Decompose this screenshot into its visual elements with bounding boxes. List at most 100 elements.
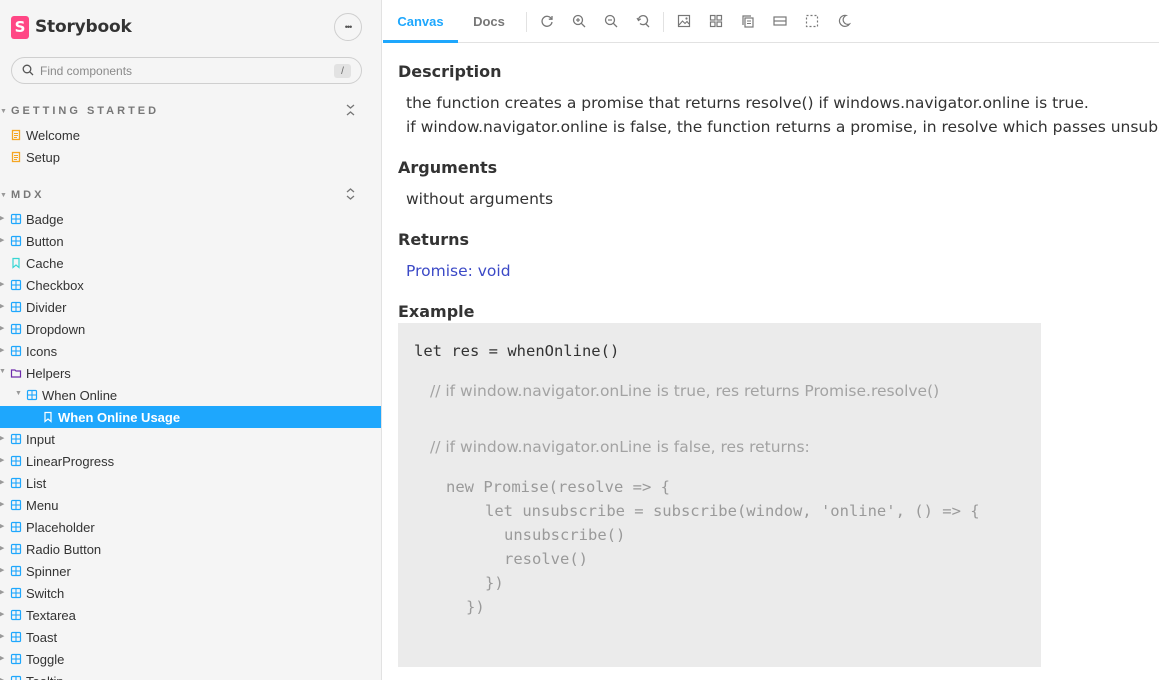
- caret-right-icon[interactable]: ▶: [0, 280, 4, 288]
- caret-right-icon[interactable]: ▶: [0, 566, 4, 574]
- sidebar-item[interactable]: ▶ Switch: [0, 582, 381, 604]
- returns-type-link[interactable]: Promise: void: [406, 262, 511, 280]
- sidebar-item[interactable]: ▶ Menu: [0, 494, 381, 516]
- sidebar-item[interactable]: ▼ When Online: [0, 384, 381, 406]
- caret-right-icon[interactable]: ▶: [0, 456, 4, 464]
- component-icon: [10, 213, 22, 225]
- component-icon: [10, 345, 22, 357]
- zoom-reset-icon[interactable]: [636, 14, 650, 28]
- component-icon: [10, 587, 22, 599]
- viewport-icon[interactable]: [741, 14, 755, 28]
- sidebar-item-label: LinearProgress: [26, 454, 115, 469]
- sidebar-item[interactable]: Setup: [0, 146, 381, 168]
- folder-icon: [10, 369, 22, 378]
- sidebar-item-label: Input: [26, 432, 55, 447]
- caret-right-icon[interactable]: ▶: [0, 302, 4, 310]
- sidebar-item[interactable]: When Online Usage: [0, 406, 381, 428]
- section-mdx[interactable]: ▼ MDX: [0, 188, 381, 203]
- caret-down-icon[interactable]: ▼: [0, 368, 6, 375]
- sidebar-item[interactable]: Welcome: [0, 124, 381, 146]
- brand[interactable]: S Storybook: [11, 15, 132, 39]
- sidebar-item-label: Spinner: [26, 564, 71, 579]
- caret-right-icon[interactable]: ▶: [0, 522, 4, 530]
- sidebar-item[interactable]: ▶ Radio Button: [0, 538, 381, 560]
- example-heading: Example: [398, 302, 475, 321]
- sidebar-item[interactable]: ▶ Toast: [0, 626, 381, 648]
- caret-right-icon[interactable]: ▶: [0, 214, 4, 222]
- description-line-2: if window.navigator.online is false, the…: [406, 118, 1159, 136]
- brand-name: Storybook: [35, 17, 132, 37]
- zoom-in-icon[interactable]: [572, 14, 586, 28]
- caret-down-icon: ▼: [0, 108, 7, 115]
- sidebar-item[interactable]: ▶ Divider: [0, 296, 381, 318]
- sidebar-item[interactable]: ▶ Checkbox: [0, 274, 381, 296]
- sidebar-item-label: Switch: [26, 586, 65, 601]
- collapse-all-icon[interactable]: [345, 104, 356, 119]
- bookmark-icon: [44, 411, 52, 423]
- caret-right-icon[interactable]: ▶: [0, 324, 4, 332]
- sidebar-item[interactable]: ▶ Input: [0, 428, 381, 450]
- reload-icon[interactable]: [540, 14, 554, 28]
- expand-all-icon[interactable]: [345, 188, 356, 203]
- sidebar-item-label: When Online: [42, 388, 118, 403]
- search-box: /: [11, 57, 362, 84]
- component-icon: [26, 389, 38, 401]
- caret-right-icon[interactable]: ▶: [0, 632, 4, 640]
- code-line: let res = whenOnline(): [414, 342, 620, 360]
- code-line: resolve(): [504, 550, 588, 568]
- sidebar-item[interactable]: ▼ Helpers: [0, 362, 381, 384]
- caret-right-icon[interactable]: ▶: [0, 676, 4, 680]
- zoom-out-icon[interactable]: [604, 14, 618, 28]
- section-getting-started[interactable]: ▼ GETTING STARTED: [0, 104, 381, 119]
- document-icon: [11, 151, 21, 163]
- caret-right-icon[interactable]: ▶: [0, 236, 4, 244]
- background-icon[interactable]: [677, 14, 691, 28]
- caret-right-icon[interactable]: ▶: [0, 500, 4, 508]
- sidebar-menu-button[interactable]: •••: [334, 13, 362, 41]
- sidebar-item-label: Toggle: [26, 652, 65, 667]
- storybook-logo-icon: S: [11, 15, 29, 39]
- component-icon: [10, 477, 22, 489]
- caret-right-icon[interactable]: ▶: [0, 654, 4, 662]
- code-line: }): [485, 574, 504, 592]
- sidebar-item[interactable]: ▶ Button: [0, 230, 381, 252]
- sidebar: S Storybook ••• / ▼ GETTING STARTED Welc…: [0, 0, 382, 680]
- sidebar-item[interactable]: ▶ Spinner: [0, 560, 381, 582]
- caret-right-icon[interactable]: ▶: [0, 346, 4, 354]
- caret-right-icon[interactable]: ▶: [0, 588, 4, 596]
- sidebar-item[interactable]: ▶ Placeholder: [0, 516, 381, 538]
- caret-right-icon[interactable]: ▶: [0, 434, 4, 442]
- tab-canvas[interactable]: Canvas: [383, 0, 458, 43]
- sidebar-item-label: Welcome: [26, 128, 80, 143]
- caret-right-icon[interactable]: ▶: [0, 478, 4, 486]
- sidebar-item[interactable]: ▶ LinearProgress: [0, 450, 381, 472]
- sidebar-item[interactable]: ▶ Tooltip: [0, 670, 381, 680]
- sidebar-item[interactable]: Cache: [0, 252, 381, 274]
- caret-down-icon: ▼: [0, 192, 7, 199]
- search-icon: [22, 64, 34, 76]
- search-shortcut-badge: /: [334, 64, 351, 78]
- search-input[interactable]: [40, 62, 330, 80]
- sidebar-item[interactable]: ▶ Dropdown: [0, 318, 381, 340]
- caret-down-icon[interactable]: ▼: [15, 390, 22, 397]
- tab-docs[interactable]: Docs: [458, 0, 520, 43]
- sidebar-item[interactable]: ▶ Toggle: [0, 648, 381, 670]
- theme-icon[interactable]: [837, 14, 851, 28]
- component-icon: [10, 235, 22, 247]
- component-icon: [10, 521, 22, 533]
- outline-icon[interactable]: [805, 14, 819, 28]
- measure-icon[interactable]: [773, 14, 787, 28]
- code-block: let res = whenOnline() // if window.navi…: [398, 323, 1041, 667]
- caret-right-icon[interactable]: ▶: [0, 544, 4, 552]
- caret-right-icon[interactable]: ▶: [0, 610, 4, 618]
- arguments-heading: Arguments: [398, 158, 498, 177]
- bookmark-icon: [12, 257, 20, 269]
- sidebar-item[interactable]: ▶ List: [0, 472, 381, 494]
- code-line: let unsubscribe = subscribe(window, 'onl…: [485, 502, 980, 520]
- sidebar-item[interactable]: ▶ Icons: [0, 340, 381, 362]
- grid-icon[interactable]: [709, 14, 723, 28]
- sidebar-item-label: Toast: [26, 630, 58, 645]
- sidebar-item[interactable]: ▶ Badge: [0, 208, 381, 230]
- sidebar-item-label: Divider: [26, 300, 67, 315]
- sidebar-item[interactable]: ▶ Textarea: [0, 604, 381, 626]
